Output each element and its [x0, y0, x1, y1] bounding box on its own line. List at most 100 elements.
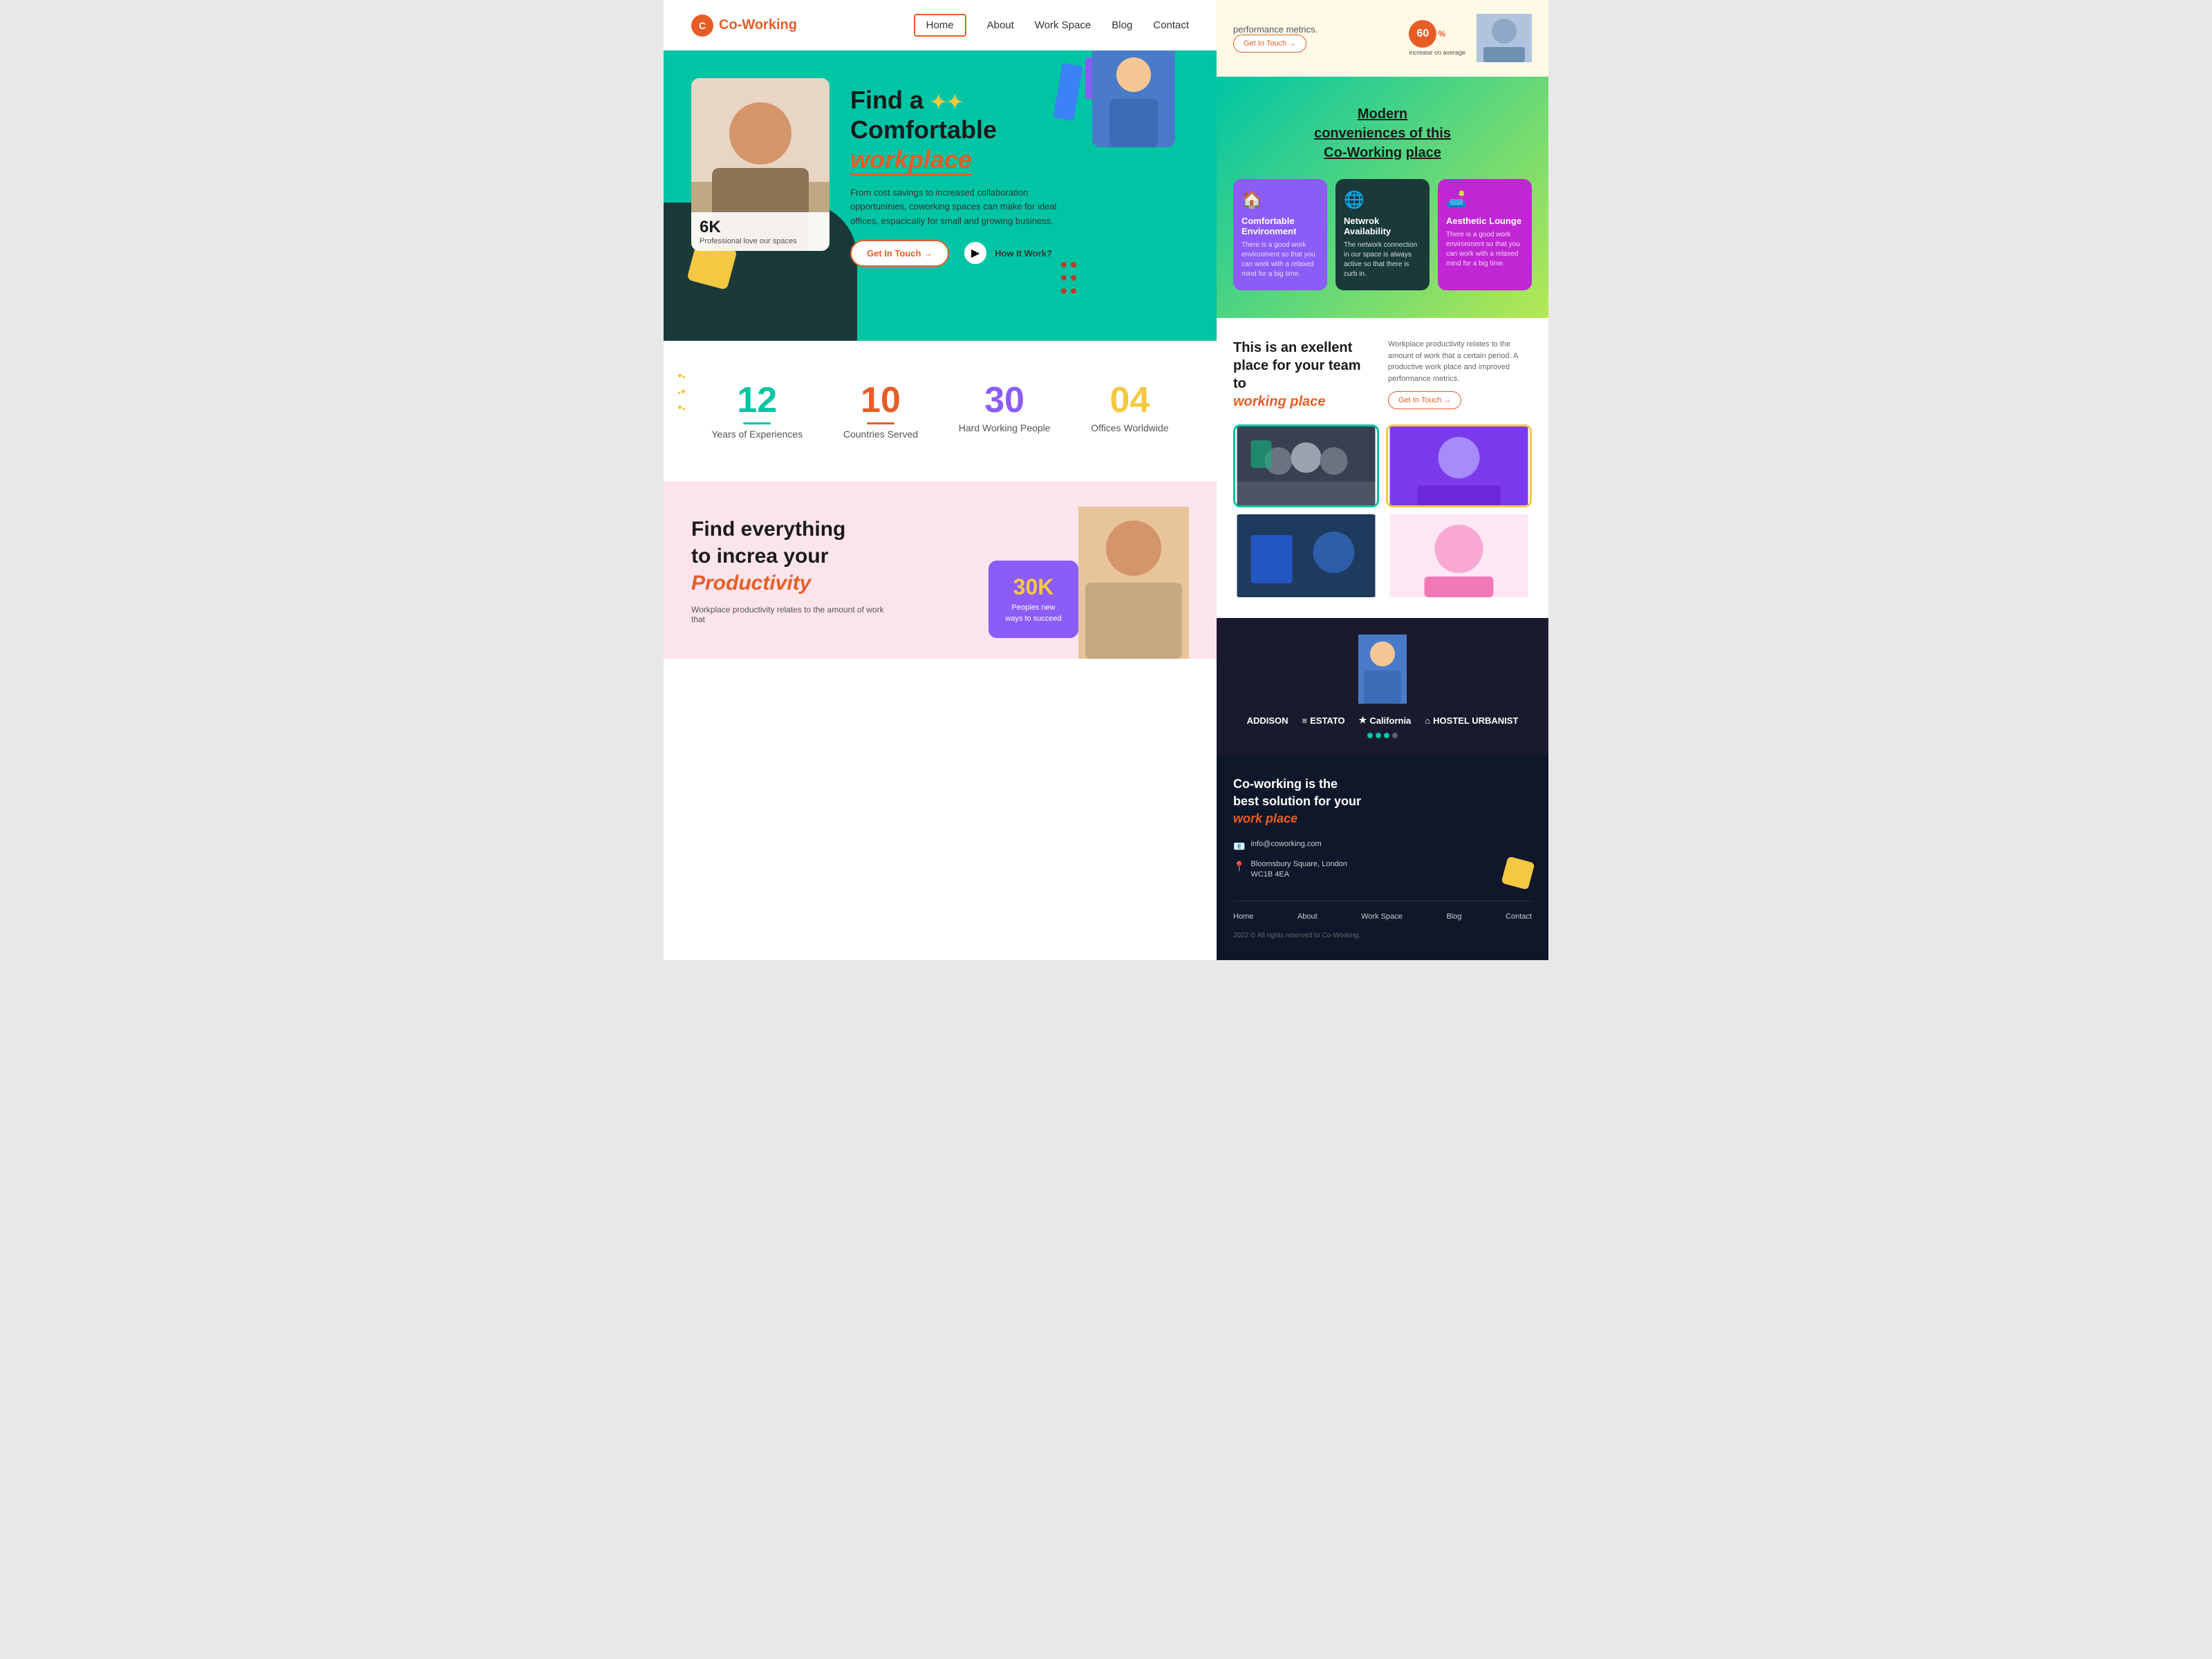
- footer-section: Co-working is the best solution for your…: [1217, 755, 1548, 960]
- modern-cards: 🏠 Comfortable Environment There is a goo…: [1233, 179, 1532, 290]
- comfortable-title: Comfortable Environment: [1241, 216, 1319, 236]
- excellent-img-person1: [1386, 424, 1532, 507]
- excellent-img-office: [1233, 514, 1379, 597]
- comfortable-desc: There is a good work environment so that…: [1241, 241, 1319, 279]
- brands-list: ADDISON ≡ ESTATO ★ California ⌂ HOSTEL U…: [1247, 715, 1519, 738]
- productivity-highlight: Productivity: [691, 572, 811, 594]
- nav-blog[interactable]: Blog: [1112, 19, 1132, 31]
- modern-title: Modern conveniences of this Co-Working p…: [1233, 104, 1532, 162]
- excellent-top: This is an exellent place for your team …: [1233, 339, 1532, 411]
- prod-card-number: 30K: [1005, 574, 1062, 600]
- excellent-right: Workplace productivity relates to the am…: [1388, 339, 1532, 409]
- hero-title-line2: Comfortable: [850, 115, 997, 144]
- brand-person-svg: [1358, 635, 1407, 704]
- excellent-text: This is an exellent place for your team …: [1233, 339, 1377, 411]
- hero-text-area: Find a ✦✦ Comfortable workplace From cos…: [850, 78, 1189, 267]
- logo-text: Co-Working: [719, 17, 797, 33]
- location-icon: 📍: [1233, 861, 1245, 872]
- footer-content: Co-working is the best solution for your…: [1233, 776, 1532, 887]
- hero-stats-box: 6K Professional love our spaces: [691, 212, 830, 251]
- top-bar: performance metrics. Get In Touch → 60 %…: [1217, 0, 1548, 77]
- play-icon: ▶: [963, 241, 988, 265]
- nav-contact[interactable]: Contact: [1153, 19, 1189, 31]
- top-bar-stats: 60 % increase on average: [1403, 14, 1532, 62]
- excellent-img-team: [1233, 424, 1379, 507]
- footer-yellow-shape: [1504, 776, 1532, 887]
- logo[interactable]: C Co-Working: [691, 15, 797, 37]
- productivity-description: Workplace productivity relates to the am…: [691, 605, 899, 624]
- footer-address-item: 📍 Bloomsbury Square, London WC1B 4EA: [1233, 859, 1490, 881]
- comfortable-icon: 🏠: [1241, 190, 1319, 210]
- productivity-person-svg: [1078, 507, 1189, 659]
- nav-home[interactable]: Home: [914, 14, 966, 37]
- brand-dot-4: [1392, 733, 1398, 738]
- increase-number: 60: [1409, 20, 1436, 48]
- stat-offices-label: Offices Worldwide: [1091, 422, 1168, 433]
- footer-nav-home[interactable]: Home: [1233, 912, 1253, 921]
- footer-nav-about[interactable]: About: [1297, 912, 1318, 921]
- stat-countries-label: Countries Served: [843, 429, 918, 440]
- excellent-images: [1233, 424, 1532, 597]
- stat-years-number: 12: [711, 382, 803, 418]
- logo-working: Working: [742, 17, 797, 32]
- modern-brand-name: Co-Working: [1324, 145, 1402, 160]
- footer-highlight: work place: [1233, 810, 1490, 827]
- increase-badge: 60 % increase on average: [1403, 15, 1471, 62]
- excellent-description: Workplace productivity relates to the am…: [1388, 339, 1532, 384]
- stat-people-label: Hard Working People: [959, 422, 1051, 433]
- brand-dot-2: [1376, 733, 1381, 738]
- footer-title: Co-working is the best solution for your…: [1233, 776, 1490, 828]
- productivity-section: Find everything to increa your Productiv…: [664, 481, 1217, 659]
- team-svg: [1235, 427, 1377, 507]
- increase-percent: %: [1438, 29, 1445, 39]
- stat-countries: 10 Countries Served: [843, 382, 918, 440]
- brand-estato: ≡ ESTATO: [1302, 715, 1345, 726]
- hero-title: Find a ✦✦ Comfortable workplace: [850, 85, 1189, 175]
- brand-urbanist: ⌂ HOSTEL URBANIST: [1425, 715, 1518, 726]
- stats-grid: 12 Years of Experiences 10 Countries Ser…: [691, 382, 1189, 440]
- logo-icon: C: [699, 20, 706, 31]
- modern-card-network: 🌐 Netwrok Availability The network conne…: [1335, 179, 1430, 290]
- left-panel: C Co-Working Home About Work Space Blog …: [664, 0, 1217, 960]
- get-in-touch-button[interactable]: Get In Touch →: [850, 240, 949, 267]
- brand-indicator-dots: [1247, 733, 1519, 738]
- hero-section: 6K Professional love our spaces Find a ✦…: [664, 50, 1217, 341]
- top-bar-cta-button[interactable]: Get In Touch →: [1233, 35, 1306, 53]
- excellent-img-person2: [1386, 514, 1532, 597]
- hero-image-box: 6K Professional love our spaces: [691, 78, 830, 251]
- productivity-card: 30K Peoples new ways to succeed: [988, 561, 1078, 638]
- logo-circle: C: [691, 15, 713, 37]
- footer-nav-blog[interactable]: Blog: [1446, 912, 1461, 921]
- footer-nav-contact[interactable]: Contact: [1506, 912, 1532, 921]
- network-desc: The network connection in our space is a…: [1344, 241, 1421, 279]
- lounge-title: Aesthetic Lounge: [1446, 216, 1524, 226]
- hero-title-highlight: workplace: [850, 145, 972, 176]
- network-title: Netwrok Availability: [1344, 216, 1421, 236]
- brand-dot-3: [1384, 733, 1389, 738]
- top-bar-content: performance metrics. Get In Touch →: [1233, 24, 1392, 53]
- brand-addison: ADDISON: [1247, 715, 1288, 726]
- excellent-highlight: working place: [1233, 393, 1377, 411]
- how-it-works-button[interactable]: ▶ How It Work?: [963, 241, 1052, 265]
- hero-stat-number: 6K: [700, 218, 821, 237]
- stat-years: 12 Years of Experiences: [711, 382, 803, 440]
- yellow-shape-footer: [1501, 856, 1535, 890]
- excellent-title: This is an exellent place for your team …: [1233, 339, 1377, 411]
- footer-copyright: 2022 © All rights reserved to Co-Working…: [1233, 932, 1360, 939]
- nav-about[interactable]: About: [987, 19, 1014, 31]
- stat-offices: 04 Offices Worldwide: [1091, 382, 1168, 440]
- brands-section: ADDISON ≡ ESTATO ★ California ⌂ HOSTEL U…: [1217, 618, 1548, 755]
- modern-card-comfortable: 🏠 Comfortable Environment There is a goo…: [1233, 179, 1327, 290]
- increase-label: increase on average: [1409, 49, 1465, 56]
- modern-card-lounge: 🛋️ Aesthetic Lounge There is a good work…: [1438, 179, 1532, 290]
- office-svg: [1233, 514, 1379, 597]
- top-bar-text: performance metrics.: [1233, 24, 1392, 35]
- play-label: How It Work?: [995, 248, 1052, 259]
- excellent-cta-button[interactable]: Get In Touch →: [1388, 391, 1461, 409]
- top-bar-person-svg: [1477, 14, 1532, 62]
- nav-workspace[interactable]: Work Space: [1035, 19, 1091, 31]
- footer-address: Bloomsbury Square, London WC1B 4EA: [1250, 859, 1347, 881]
- stat-people-number: 30: [959, 382, 1051, 418]
- stats-section: •• •• •• 12 Years of Experiences 10 Coun…: [664, 341, 1217, 481]
- footer-nav-workspace[interactable]: Work Space: [1361, 912, 1403, 921]
